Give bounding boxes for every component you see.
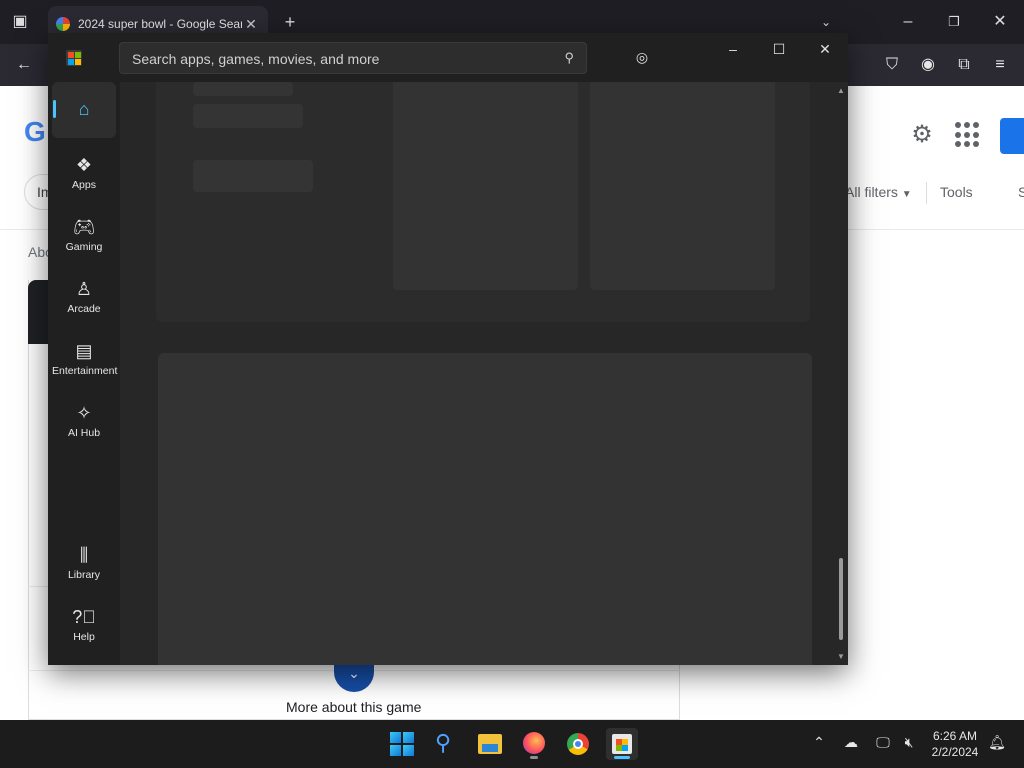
skeleton-text-line [193, 104, 303, 128]
nav-label-apps: Apps [72, 179, 96, 191]
store-search-box[interactable]: ⚲ [119, 42, 587, 74]
minimize-icon[interactable]: – [896, 12, 920, 32]
store-maximize-icon[interactable]: ☐ [764, 39, 794, 59]
sign-in-button[interactable] [1000, 118, 1024, 154]
taskbar-clock[interactable]: 6:26 AM 2/2/2024 [920, 728, 990, 760]
store-minimize-icon[interactable]: – [718, 39, 748, 59]
pocket-icon[interactable]: ⛉ [880, 54, 904, 78]
help-icon: ?⃝ [72, 607, 96, 627]
taskbar-firefox[interactable] [518, 728, 550, 760]
clapperboard-icon: ▤ [75, 341, 93, 361]
skeleton-tile [393, 82, 578, 290]
onedrive-cloud-icon[interactable]: ☁ [840, 734, 862, 751]
show-hidden-icons-chevron-icon[interactable]: ⌃ [808, 734, 830, 751]
taskbar-file-explorer[interactable] [474, 728, 506, 760]
nav-item-help[interactable]: ?⃝ Help [52, 600, 116, 656]
store-content-area: ▲ ▼ [120, 82, 848, 665]
skeleton-text-line [193, 82, 293, 96]
close-window-icon[interactable]: ✕ [988, 12, 1012, 32]
taskbar-chrome[interactable] [562, 728, 594, 760]
scrollbar-thumb[interactable] [839, 558, 843, 640]
nav-label-arcade: Arcade [67, 303, 101, 315]
restore-icon[interactable]: ❐ [942, 12, 966, 32]
store-side-nav: ⌂ ❖ Apps 🎮︎ Gaming ♙ Arcade ▤ Entertainm… [48, 82, 120, 665]
windows-start-icon [390, 732, 414, 756]
skeleton-hero-card [158, 353, 812, 665]
joystick-icon: ♙ [75, 279, 93, 299]
all-filters-button[interactable]: All filters ▼ [845, 184, 912, 200]
sparkle-icon: ✧ [76, 403, 92, 423]
store-close-icon[interactable]: ✕ [810, 39, 840, 59]
chrome-icon-center [573, 739, 583, 749]
library-icon: ⫼ [79, 545, 89, 565]
nav-label-library: Library [67, 569, 101, 581]
search-icon[interactable]: ⚲ [564, 50, 574, 66]
store-title-bar: ⚲ ◎ – ☐ ✕ [48, 33, 848, 82]
tab-title: 2024 super bowl - Google Search [78, 17, 242, 31]
gamepad-icon: 🎮︎ [72, 217, 96, 237]
clock-time: 6:26 AM [932, 729, 978, 743]
nav-label-gaming: Gaming [65, 241, 103, 253]
apps-icon: ❖ [75, 155, 93, 175]
dropdown-caret-icon: ▼ [901, 189, 912, 200]
safesearch-button[interactable]: S [1018, 184, 1024, 200]
tab-close-icon[interactable]: ✕ [242, 16, 260, 33]
nav-label-help: Help [73, 631, 95, 643]
nav-item-library[interactable]: ⫼ Library [52, 538, 116, 594]
nav-label-ai-hub: AI Hub [67, 427, 101, 439]
tab-overview-icon[interactable]: ▣ [8, 12, 32, 32]
network-icon[interactable]: 🖵︎ [872, 734, 894, 751]
clock-date: 2/2/2024 [931, 745, 979, 759]
nav-item-ai-hub[interactable]: ✧ AI Hub [52, 396, 116, 452]
store-scrollbar[interactable]: ▲ ▼ [834, 82, 848, 665]
running-indicator [530, 756, 538, 759]
tab-list-chevron-icon[interactable]: ⌄ [814, 12, 838, 32]
game-card-header [28, 280, 50, 344]
store-search-input[interactable] [132, 49, 552, 69]
home-icon: ⌂ [78, 99, 90, 119]
microsoft-store-window: ⚲ ◎ – ☐ ✕ ⌂ ❖ Apps 🎮︎ Gaming ♙ Arcade ▤ … [48, 33, 848, 665]
skeleton-button [193, 160, 313, 192]
search-icon: ⚲ [435, 730, 452, 755]
windows-taskbar: ⚲ ⌃ ☁ 🖵︎ 🔇︎ 6:26 AM 2/2/2024 🔔︎ [0, 720, 1024, 768]
google-logo[interactable]: G [24, 116, 46, 148]
file-explorer-icon-accent [482, 744, 498, 752]
scroll-up-arrow-icon[interactable]: ▲ [836, 86, 846, 95]
nav-item-gaming[interactable]: 🎮︎ Gaming [52, 210, 116, 266]
chevron-down-icon: ⌄ [348, 665, 360, 681]
microsoft-store-icon-tiles [616, 739, 628, 751]
volume-muted-icon[interactable]: 🔇︎ [898, 734, 920, 751]
new-tab-button[interactable]: + [278, 12, 302, 32]
settings-gear-icon[interactable]: ⚙ [908, 120, 936, 148]
back-arrow-icon[interactable]: ← [12, 54, 36, 78]
taskbar-search-button[interactable]: ⚲ [430, 728, 462, 760]
nav-item-home[interactable]: ⌂ [52, 82, 116, 138]
active-indicator [53, 100, 56, 118]
menu-icon[interactable]: ≡ [988, 54, 1012, 78]
start-button[interactable] [386, 728, 418, 760]
tools-button[interactable]: Tools [940, 184, 973, 200]
nav-label-entertainment: Entertainment [52, 365, 118, 377]
extensions-icon[interactable]: ⧉ [952, 54, 976, 78]
skeleton-tile [590, 82, 775, 290]
microsoft-store-logo-icon [66, 50, 82, 66]
account-icon[interactable]: ◉ [916, 54, 940, 78]
all-filters-label: All filters [845, 184, 898, 200]
more-about-game-link[interactable]: More about this game [286, 699, 421, 715]
nav-item-entertainment[interactable]: ▤ Entertainment [52, 334, 118, 390]
taskbar-microsoft-store[interactable] [606, 728, 638, 760]
active-app-indicator [614, 756, 630, 759]
nav-item-apps[interactable]: ❖ Apps [52, 148, 116, 204]
google-apps-icon[interactable] [955, 122, 981, 148]
google-favicon-icon [56, 17, 70, 31]
toolbar-divider [926, 182, 927, 204]
scroll-down-arrow-icon[interactable]: ▼ [836, 652, 846, 661]
firefox-icon [523, 732, 545, 754]
store-account-icon[interactable]: ◎ [630, 45, 654, 69]
notification-bell-icon[interactable]: 🔔︎ [986, 734, 1008, 751]
nav-item-arcade[interactable]: ♙ Arcade [52, 272, 116, 328]
